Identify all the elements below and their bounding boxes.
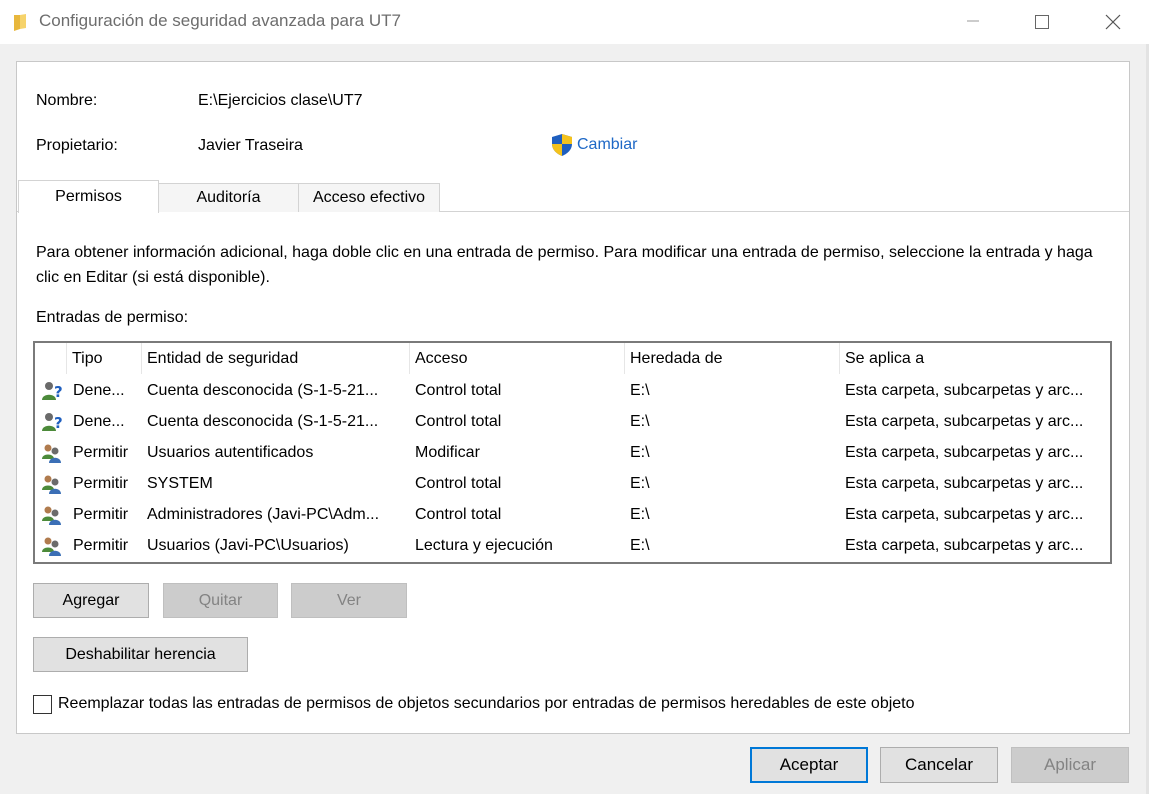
name-label: Nombre: <box>36 92 98 109</box>
main-panel: Nombre: E:\Ejercicios clase\UT7 Propieta… <box>16 61 1130 734</box>
cell-tipo: Dene... <box>73 413 125 430</box>
tab-auditoria[interactable]: Auditoría <box>158 183 299 212</box>
cell-tipo: Permitir <box>73 506 129 523</box>
replace-entries-label: Reemplazar todas las entradas de permiso… <box>58 695 915 712</box>
users-group-icon <box>42 444 61 463</box>
users-group-icon <box>42 537 61 556</box>
cell-entidad: Cuenta desconocida (S-1-5-21... <box>147 382 379 399</box>
cell-tipo: Permitir <box>73 475 129 492</box>
tab-acceso-efectivo[interactable]: Acceso efectivo <box>298 183 440 212</box>
cell-entidad: Usuarios (Javi-PC\Usuarios) <box>147 537 349 554</box>
view-button[interactable]: Ver <box>291 583 407 618</box>
cell-acceso: Control total <box>415 475 502 492</box>
unknown-user-icon: ? <box>42 413 63 432</box>
cell-entidad: SYSTEM <box>147 475 213 492</box>
permission-entries-list[interactable]: Tipo Entidad de seguridad Acceso Heredad… <box>33 341 1112 564</box>
cell-aplica: Esta carpeta, subcarpetas y arc... <box>845 506 1084 523</box>
change-owner-label: Cambiar <box>577 136 638 153</box>
column-header-aplica[interactable]: Se aplica a <box>839 343 1109 374</box>
remove-button[interactable]: Quitar <box>163 583 278 618</box>
cell-heredada: E:\ <box>630 537 650 554</box>
replace-entries-checkbox[interactable] <box>33 694 52 714</box>
cancel-button[interactable]: Cancelar <box>880 747 998 783</box>
maximize-button[interactable] <box>1006 0 1076 44</box>
cell-acceso: Lectura y ejecución <box>415 537 553 554</box>
cell-aplica: Esta carpeta, subcarpetas y arc... <box>845 475 1084 492</box>
cell-heredada: E:\ <box>630 475 650 492</box>
cell-entidad: Usuarios autentificados <box>147 444 314 461</box>
change-owner-link[interactable]: Cambiar <box>551 132 637 158</box>
table-row[interactable]: Permitir Usuarios autentificados Modific… <box>35 437 1110 468</box>
uac-shield-icon <box>552 134 572 156</box>
cell-aplica: Esta carpeta, subcarpetas y arc... <box>845 413 1084 430</box>
cell-acceso: Control total <box>415 506 502 523</box>
cell-aplica: Esta carpeta, subcarpetas y arc... <box>845 537 1084 554</box>
add-button[interactable]: Agregar <box>33 583 149 618</box>
cell-aplica: Esta carpeta, subcarpetas y arc... <box>845 444 1084 461</box>
window-title: Configuración de seguridad avanzada para… <box>39 11 401 30</box>
svg-text:?: ? <box>54 383 63 401</box>
cell-entidad: Cuenta desconocida (S-1-5-21... <box>147 413 379 430</box>
list-header: Tipo Entidad de seguridad Acceso Heredad… <box>35 343 1110 374</box>
owner-label: Propietario: <box>36 137 118 154</box>
cell-heredada: E:\ <box>630 413 650 430</box>
svg-text:?: ? <box>54 414 63 432</box>
apply-button[interactable]: Aplicar <box>1011 747 1129 783</box>
cell-acceso: Control total <box>415 413 502 430</box>
cell-heredada: E:\ <box>630 506 650 523</box>
table-row[interactable]: ? Dene... Cuenta desconocida (S-1-5-21..… <box>35 406 1110 437</box>
cell-tipo: Permitir <box>73 444 129 461</box>
close-icon <box>1105 14 1121 30</box>
title-bar: Configuración de seguridad avanzada para… <box>0 0 1149 44</box>
name-value: E:\Ejercicios clase\UT7 <box>198 92 363 109</box>
owner-value: Javier Traseira <box>198 137 303 154</box>
table-row[interactable]: Permitir Usuarios (Javi-PC\Usuarios) Lec… <box>35 530 1110 561</box>
cell-tipo: Permitir <box>73 537 129 554</box>
entries-label: Entradas de permiso: <box>36 309 189 326</box>
cell-acceso: Control total <box>415 382 502 399</box>
maximize-icon <box>1035 15 1049 29</box>
table-row[interactable]: ? Dene... Cuenta desconocida (S-1-5-21..… <box>35 375 1110 406</box>
users-group-icon <box>42 475 61 494</box>
users-group-icon <box>42 506 61 525</box>
column-header-tipo[interactable]: Tipo <box>66 343 144 374</box>
cell-tipo: Dene... <box>73 382 125 399</box>
table-row[interactable]: Permitir SYSTEM Control total E:\ Esta c… <box>35 468 1110 499</box>
ok-button[interactable]: Aceptar <box>750 747 868 783</box>
column-header-heredada[interactable]: Heredada de <box>624 343 839 374</box>
table-row[interactable]: Permitir Administradores (Javi-PC\Adm...… <box>35 499 1110 530</box>
cell-acceso: Modificar <box>415 444 480 461</box>
column-header-acceso[interactable]: Acceso <box>409 343 624 374</box>
cell-entidad: Administradores (Javi-PC\Adm... <box>147 506 380 523</box>
cell-heredada: E:\ <box>630 382 650 399</box>
minimize-button[interactable] <box>938 0 1008 44</box>
cell-heredada: E:\ <box>630 444 650 461</box>
column-header-entidad[interactable]: Entidad de seguridad <box>141 343 410 374</box>
disable-inheritance-button[interactable]: Deshabilitar herencia <box>33 637 248 672</box>
cell-aplica: Esta carpeta, subcarpetas y arc... <box>845 382 1084 399</box>
replace-entries-option[interactable]: Reemplazar todas las entradas de permiso… <box>33 693 915 715</box>
tab-permisos[interactable]: Permisos <box>18 180 159 213</box>
info-text: Para obtener información adicional, haga… <box>36 244 1093 286</box>
minimize-icon <box>967 20 979 22</box>
close-button[interactable] <box>1077 0 1147 44</box>
folder-icon <box>14 14 26 31</box>
unknown-user-icon: ? <box>42 382 63 401</box>
